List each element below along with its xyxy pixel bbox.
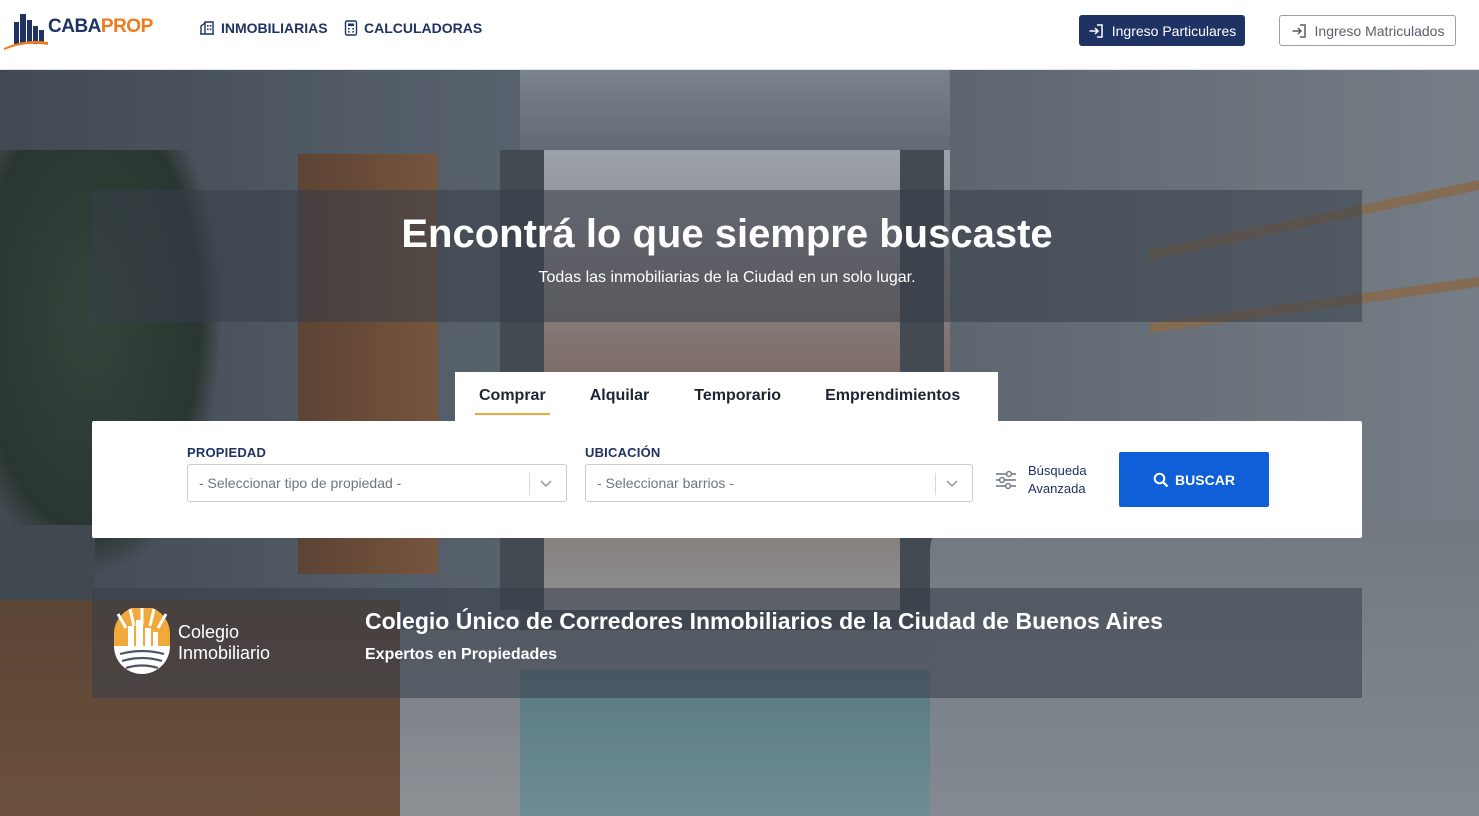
advanced-search-line2: Avanzada xyxy=(1028,481,1086,496)
search-button[interactable]: BUSCAR xyxy=(1119,452,1269,507)
login-particulares-button[interactable]: Ingreso Particulares xyxy=(1079,15,1245,46)
colegio-subtitle: Expertos en Propiedades xyxy=(365,646,558,663)
sliders-icon xyxy=(996,470,1016,490)
login-matriculados-button[interactable]: Ingreso Matriculados xyxy=(1279,15,1456,46)
calculator-icon xyxy=(344,20,358,36)
nav-calculadoras-label: CALCULADORAS xyxy=(364,20,483,36)
location-select[interactable]: - Seleccionar barrios - xyxy=(585,464,973,502)
nav-calculadoras[interactable]: CALCULADORAS xyxy=(344,20,482,36)
advanced-search-line1: Búsqueda xyxy=(1028,463,1087,478)
logo-text: CABAPROP xyxy=(48,16,153,38)
tab-emprendimientos[interactable]: Emprendimientos xyxy=(821,387,964,413)
chevron-down-icon[interactable] xyxy=(538,474,554,492)
login-particulares-label: Ingreso Particulares xyxy=(1111,22,1237,39)
top-navbar: CABAPROP INMOBILIARIAS CALCULADORAS Ingr… xyxy=(0,0,1479,70)
location-label: UBICACIÓN xyxy=(585,445,661,460)
tab-alquilar[interactable]: Alquilar xyxy=(586,387,654,413)
building-icon xyxy=(200,21,214,35)
location-placeholder: - Seleccionar barrios - xyxy=(597,475,734,491)
tab-temporario[interactable]: Temporario xyxy=(690,387,785,413)
search-panel: PROPIEDAD - Seleccionar tipo de propieda… xyxy=(92,421,1362,538)
hero-title-band: Encontrá lo que siempre buscaste Todas l… xyxy=(92,190,1362,322)
advanced-search-link[interactable]: Búsqueda Avanzada xyxy=(994,462,1087,498)
colegio-logo-text: Colegio Inmobiliario xyxy=(178,622,270,664)
chevron-down-icon[interactable] xyxy=(944,474,960,492)
colegio-title: Colegio Único de Corredores Inmobiliario… xyxy=(365,608,1163,634)
logo-skyline-icon xyxy=(4,14,48,50)
advanced-search-text: Búsqueda Avanzada xyxy=(1028,462,1087,498)
property-label: PROPIEDAD xyxy=(187,445,267,460)
operation-tabs: Comprar Alquilar Temporario Emprendimien… xyxy=(455,372,998,422)
search-button-label: BUSCAR xyxy=(1175,471,1235,488)
colegio-banner: Colegio Inmobiliario Colegio Único de Co… xyxy=(92,588,1362,698)
login-icon xyxy=(1089,23,1103,38)
colegio-logo-icon[interactable] xyxy=(112,608,172,678)
property-type-placeholder: - Seleccionar tipo de propiedad - xyxy=(199,475,402,491)
nav-inmobiliarias[interactable]: INMOBILIARIAS xyxy=(199,20,328,36)
search-icon xyxy=(1153,472,1169,487)
tab-comprar[interactable]: Comprar xyxy=(475,387,550,415)
nav-inmobiliarias-label: INMOBILIARIAS xyxy=(221,20,328,36)
logo-text-caba: CABA xyxy=(48,16,101,37)
login-icon xyxy=(1292,23,1306,38)
login-matriculados-label: Ingreso Matriculados xyxy=(1314,22,1445,39)
select-separator xyxy=(935,473,936,495)
logo-text-prop: PROP xyxy=(100,16,153,37)
hero-subtitle: Todas las inmobiliarias de la Ciudad en … xyxy=(538,269,916,286)
cabaprop-logo[interactable]: CABAPROP xyxy=(4,10,154,50)
hero-section: Encontrá lo que siempre buscaste Todas l… xyxy=(0,70,1479,816)
select-separator xyxy=(529,473,530,495)
property-type-select[interactable]: - Seleccionar tipo de propiedad - xyxy=(187,464,567,502)
colegio-logo-line2: Inmobiliario xyxy=(178,643,271,663)
colegio-logo-line1: Colegio xyxy=(178,622,240,642)
hero-title: Encontrá lo que siempre buscaste xyxy=(401,212,1053,256)
